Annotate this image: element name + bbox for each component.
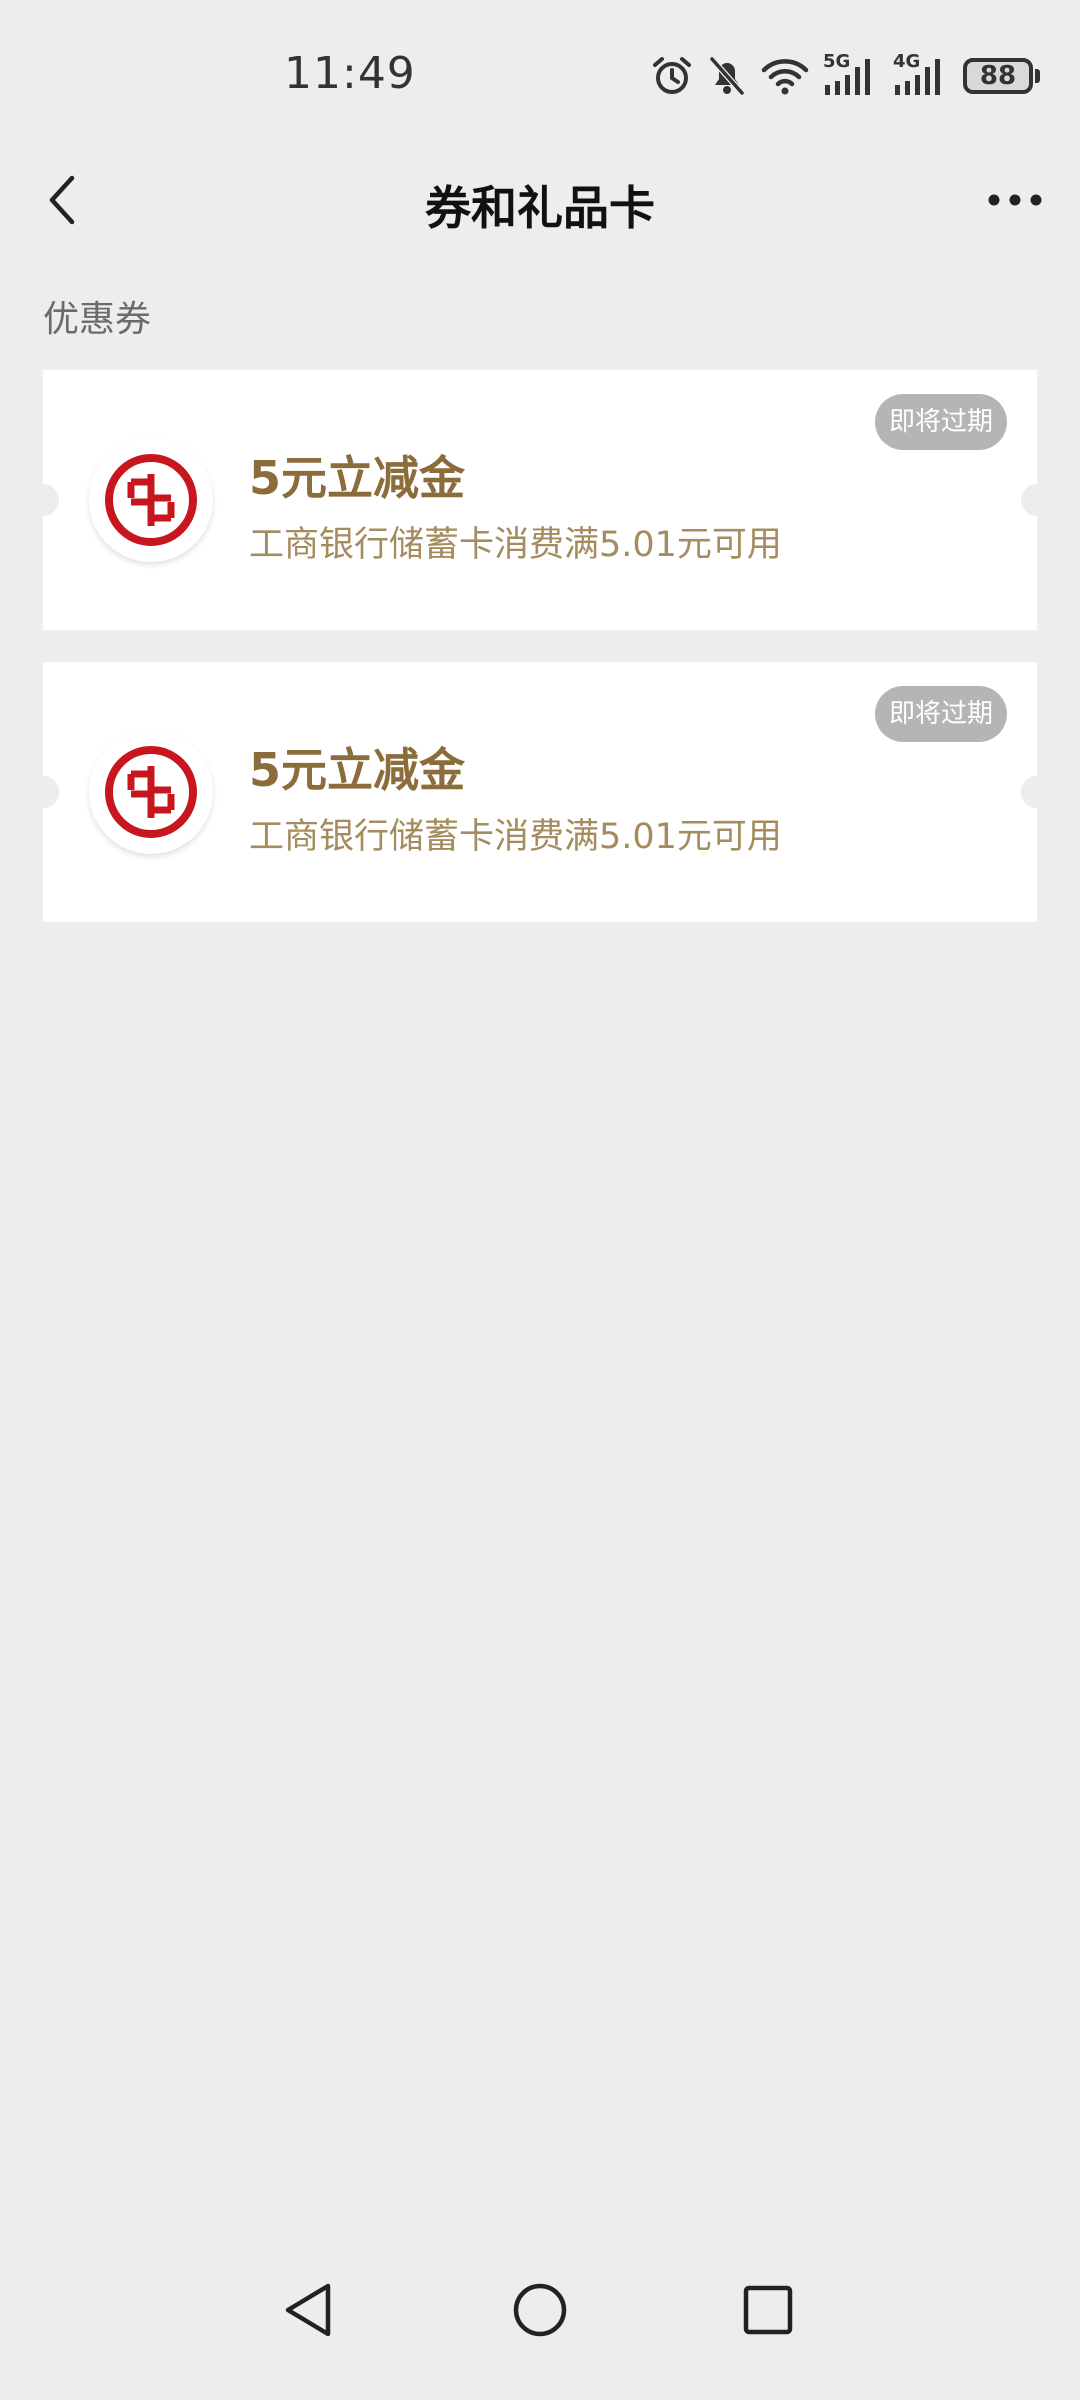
circle-home-icon: [513, 2283, 567, 2337]
coupon-list: 5元立减金 工商银行储蓄卡消费满5.01元可用 即将过期 5元立减金 工商银行储…: [27, 370, 1053, 954]
network-5g-label: 5G: [823, 51, 851, 72]
icbc-logo-icon: [89, 730, 213, 854]
more-dots-icon: [988, 194, 1042, 206]
system-home-button[interactable]: [500, 2270, 580, 2350]
coupon-card[interactable]: 5元立减金 工商银行储蓄卡消费满5.01元可用 即将过期: [27, 662, 1053, 922]
coupon-description: 工商银行储蓄卡消费满5.01元可用: [249, 525, 782, 565]
coupon-title: 5元立减金: [249, 451, 466, 505]
coupon-description: 工商银行储蓄卡消费满5.01元可用: [249, 817, 782, 857]
card-notch-right: [1021, 776, 1053, 808]
status-time: 11:49: [284, 48, 416, 99]
status-bar: 11:49 5G 4G 88: [0, 0, 1080, 150]
coupon-title: 5元立减金: [249, 743, 466, 797]
status-icons: 5G 4G 88: [651, 51, 1040, 100]
system-nav-bar: [0, 2240, 1080, 2400]
nav-bar: 券和礼品卡: [0, 150, 1080, 250]
signal-5g-icon: 5G: [823, 51, 879, 97]
signal-4g-icon: 4G: [893, 51, 949, 97]
expiring-badge: 即将过期: [874, 394, 1007, 450]
alarm-icon: [651, 55, 693, 97]
network-4g-label: 4G: [893, 51, 921, 72]
card-notch-left: [27, 484, 59, 516]
system-back-button[interactable]: [268, 2270, 348, 2350]
square-recents-icon: [743, 2285, 793, 2335]
icbc-logo-icon: [89, 438, 213, 562]
card-notch-left: [27, 776, 59, 808]
bell-off-icon: [707, 55, 747, 97]
triangle-back-icon: [285, 2283, 331, 2337]
more-button[interactable]: [980, 172, 1050, 228]
coupon-card[interactable]: 5元立减金 工商银行储蓄卡消费满5.01元可用 即将过期: [27, 370, 1053, 630]
battery-tip: [1035, 69, 1040, 83]
wifi-icon: [761, 56, 809, 96]
battery-icon: 88: [963, 58, 1040, 94]
battery-level: 88: [963, 58, 1033, 94]
expiring-badge: 即将过期: [874, 686, 1007, 742]
card-notch-right: [1021, 484, 1053, 516]
section-label: 优惠券: [43, 299, 152, 340]
system-recents-button[interactable]: [728, 2270, 808, 2350]
page-title: 券和礼品卡: [425, 181, 655, 235]
